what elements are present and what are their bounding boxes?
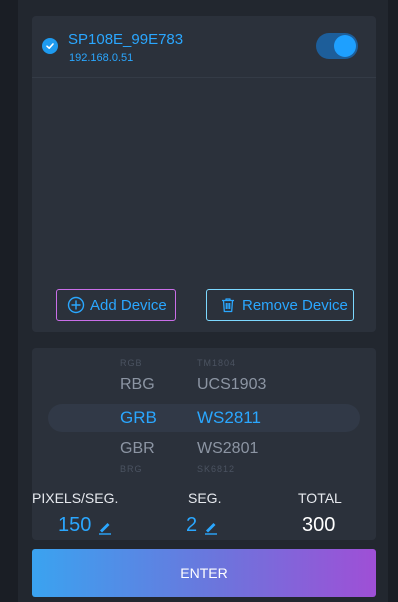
add-device-label: Add Device: [90, 296, 167, 314]
add-device-button[interactable]: Add Device: [56, 289, 176, 321]
chip-selected[interactable]: WS2811: [197, 408, 261, 428]
check-circle-icon[interactable]: [42, 38, 58, 54]
device-name: SP108E_99E783: [68, 31, 184, 48]
chip-option[interactable]: UCS1903: [197, 376, 266, 394]
color-order-option[interactable]: GBR: [120, 440, 155, 458]
total-label: TOTAL: [298, 490, 342, 506]
color-order-option[interactable]: BRG: [120, 464, 143, 474]
segments-label: SEG.: [188, 490, 222, 506]
chip-option[interactable]: TM1804: [197, 358, 236, 368]
device-toggle[interactable]: [316, 33, 358, 59]
pixels-per-segment-label: PIXELS/SEG.: [32, 490, 119, 506]
trash-icon: [219, 296, 237, 314]
pixels-per-segment-value[interactable]: 150: [58, 514, 113, 537]
color-order-option[interactable]: RGB: [120, 358, 143, 368]
pencil-icon[interactable]: [97, 518, 113, 535]
device-row[interactable]: SP108E_99E783 192.168.0.51: [32, 16, 376, 78]
chip-option[interactable]: WS2801: [197, 440, 258, 458]
toggle-knob: [334, 35, 356, 57]
device-ip: 192.168.0.51: [69, 52, 134, 64]
device-list-panel: SP108E_99E783 192.168.0.51 Add Device Re…: [32, 16, 376, 332]
remove-device-label: Remove Device: [242, 296, 348, 314]
segments-value[interactable]: 2: [186, 514, 219, 537]
config-panel: RGB RBG GRB GBR BRG TM1804 UCS1903 WS281…: [32, 348, 376, 540]
color-order-selected[interactable]: GRB: [120, 408, 157, 428]
segments-number: 2: [186, 514, 198, 536]
chip-option[interactable]: SK6812: [197, 464, 235, 474]
remove-device-button[interactable]: Remove Device: [206, 289, 354, 321]
total-value: 300: [302, 514, 336, 536]
pixels-per-segment-number: 150: [58, 514, 92, 536]
enter-button[interactable]: ENTER: [32, 549, 376, 597]
plus-circle-icon: [67, 296, 85, 314]
color-order-option[interactable]: RBG: [120, 376, 155, 394]
pencil-icon[interactable]: [203, 518, 219, 535]
